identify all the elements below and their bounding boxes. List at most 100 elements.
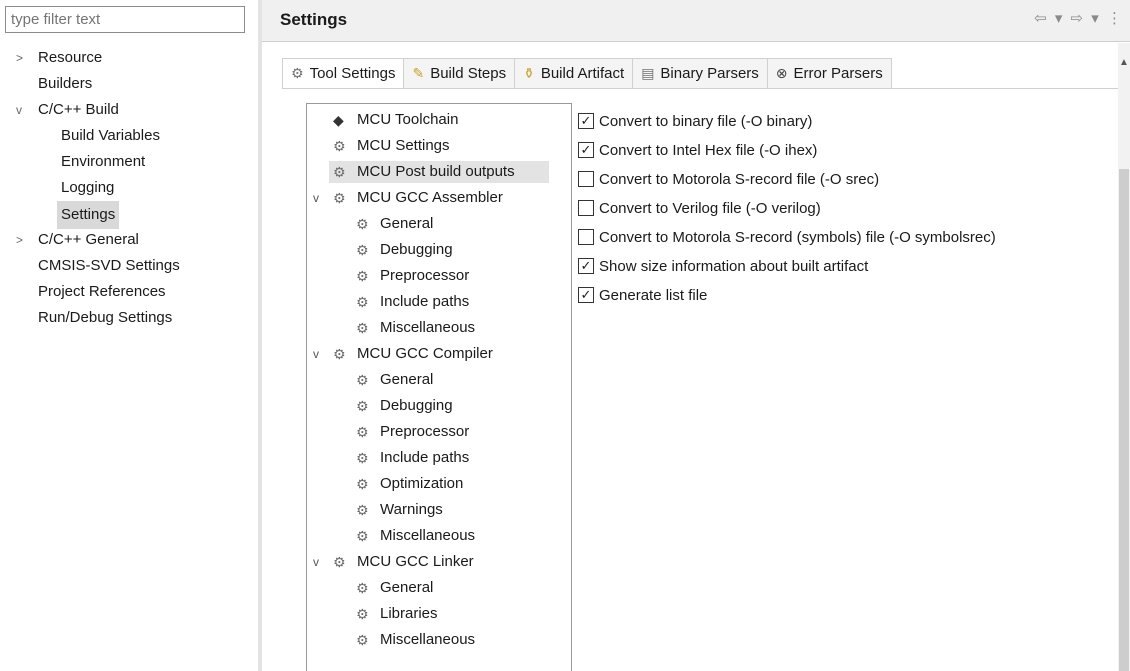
nav-item-label: Run/Debug Settings xyxy=(38,309,173,326)
error-icon: ⊗ xyxy=(775,65,788,81)
settings-icon: ⚙ xyxy=(356,268,369,284)
tab-build-artifact[interactable]: ⚱ Build Artifact xyxy=(514,58,634,88)
nav-item-label: Builders xyxy=(38,75,93,92)
tree-item-assembler-preprocessor[interactable]: ⚙ Preprocessor xyxy=(307,263,571,289)
checkbox[interactable] xyxy=(578,229,594,245)
settings-icon: ⚙ xyxy=(333,164,346,180)
settings-icon: ⚙ xyxy=(356,294,369,310)
option-label: Generate list file xyxy=(599,287,708,304)
tree-item-compiler-warnings[interactable]: ⚙ Warnings xyxy=(307,497,571,523)
nav-item-resource[interactable]: > Resource xyxy=(0,45,258,71)
tool-icon: ⚙ xyxy=(333,346,346,362)
chevron-down-icon[interactable]: v xyxy=(313,549,319,575)
checkbox[interactable] xyxy=(578,171,594,187)
tab-error-parsers[interactable]: ⊗ Error Parsers xyxy=(766,58,892,88)
tree-item-compiler-preprocessor[interactable]: ⚙ Preprocessor xyxy=(307,419,571,445)
nav-item-cpp-build[interactable]: v C/C++ Build xyxy=(0,97,258,123)
chevron-right-icon[interactable]: > xyxy=(16,45,23,71)
settings-icon: ⚙ xyxy=(356,424,369,440)
tree-item-label: MCU GCC Assembler xyxy=(357,189,503,206)
tree-item-mcu-gcc-compiler[interactable]: v ⚙ MCU GCC Compiler xyxy=(307,341,571,367)
tree-item-label: General xyxy=(380,371,434,388)
tree-item-assembler-general[interactable]: ⚙ General xyxy=(307,211,571,237)
nav-item-label: CMSIS-SVD Settings xyxy=(38,257,180,274)
nav-item-build-variables[interactable]: Build Variables xyxy=(0,123,258,149)
chevron-down-icon[interactable]: v xyxy=(313,341,319,367)
tree-item-mcu-gcc-assembler[interactable]: v ⚙ MCU GCC Assembler xyxy=(307,185,571,211)
checkbox[interactable] xyxy=(578,200,594,216)
tree-item-label: Preprocessor xyxy=(380,267,470,284)
tree-item-label: Warnings xyxy=(380,501,443,518)
steps-icon: ✎ xyxy=(412,65,425,81)
nav-item-cmsis-svd[interactable]: CMSIS-SVD Settings xyxy=(0,253,258,279)
tree-item-compiler-debugging[interactable]: ⚙ Debugging xyxy=(307,393,571,419)
settings-icon: ⚙ xyxy=(356,398,369,414)
tab-label: Tool Settings xyxy=(309,65,396,82)
tab-build-steps[interactable]: ✎ Build Steps xyxy=(403,58,516,88)
tree-item-mcu-gcc-linker[interactable]: v ⚙ MCU GCC Linker xyxy=(307,549,571,575)
nav-item-label: Resource xyxy=(38,49,103,66)
nav-item-label: Project References xyxy=(38,283,166,300)
filter-input[interactable] xyxy=(5,6,245,33)
vertical-scrollbar[interactable]: ▲ xyxy=(1118,43,1130,671)
settings-icon: ⚙ xyxy=(333,138,346,154)
tree-item-linker-miscellaneous[interactable]: ⚙ Miscellaneous xyxy=(307,627,571,653)
checkbox[interactable]: ✓ xyxy=(578,287,594,303)
tree-item-compiler-miscellaneous[interactable]: ⚙ Miscellaneous xyxy=(307,523,571,549)
tree-item-compiler-include-paths[interactable]: ⚙ Include paths xyxy=(307,445,571,471)
checkbox[interactable]: ✓ xyxy=(578,113,594,129)
tab-label: Build Steps xyxy=(430,65,507,82)
tree-item-assembler-include-paths[interactable]: ⚙ Include paths xyxy=(307,289,571,315)
tree-item-mcu-post-build-outputs[interactable]: ⚙ MCU Post build outputs xyxy=(307,159,571,185)
tab-label: Error Parsers xyxy=(793,65,883,82)
tree-item-linker-general[interactable]: ⚙ General xyxy=(307,575,571,601)
settings-icon: ⚙ xyxy=(356,632,369,648)
chevron-down-icon[interactable]: v xyxy=(16,97,22,123)
tab-tool-settings[interactable]: ⚙ Tool Settings xyxy=(282,58,405,89)
nav-item-run-debug[interactable]: Run/Debug Settings xyxy=(0,305,258,331)
tree-item-label: MCU GCC Linker xyxy=(357,553,474,570)
chevron-down-icon[interactable]: v xyxy=(313,185,319,211)
chevron-right-icon[interactable]: > xyxy=(16,227,23,253)
nav-item-label: Settings xyxy=(57,201,120,229)
nav-item-label: Build Variables xyxy=(61,127,160,144)
tree-item-compiler-optimization[interactable]: ⚙ Optimization xyxy=(307,471,571,497)
settings-icon: ⚙ xyxy=(356,320,369,336)
tree-item-label: Miscellaneous xyxy=(380,631,476,648)
scrollbar-thumb[interactable] xyxy=(1119,169,1129,671)
settings-icon: ⚙ xyxy=(356,372,369,388)
settings-icon: ⚙ xyxy=(356,216,369,232)
tab-divider xyxy=(282,88,1120,89)
nav-item-project-references[interactable]: Project References xyxy=(0,279,258,305)
option-label: Show size information about built artifa… xyxy=(599,258,869,275)
nav-item-environment[interactable]: Environment xyxy=(0,149,258,175)
tree-item-label: Include paths xyxy=(380,449,470,466)
nav-item-label: Logging xyxy=(61,179,115,196)
property-nav-panel: > Resource Builders v C/C++ Build Build … xyxy=(0,0,258,671)
tree-item-mcu-toolchain[interactable]: ◆ MCU Toolchain xyxy=(307,107,571,133)
tab-label: Binary Parsers xyxy=(660,65,759,82)
history-nav-buttons[interactable]: ⇦ ▾ ⇨ ▾ ⋮ xyxy=(1034,9,1124,27)
nav-item-cpp-general[interactable]: > C/C++ General xyxy=(0,227,258,253)
settings-icon: ⚙ xyxy=(356,476,369,492)
tree-item-assembler-debugging[interactable]: ⚙ Debugging xyxy=(307,237,571,263)
checkbox[interactable]: ✓ xyxy=(578,258,594,274)
tree-item-assembler-miscellaneous[interactable]: ⚙ Miscellaneous xyxy=(307,315,571,341)
tab-binary-parsers[interactable]: ▤ Binary Parsers xyxy=(632,58,768,88)
tool-settings-tree: ◆ MCU Toolchain ⚙ MCU Settings ⚙ MCU Pos… xyxy=(306,103,572,671)
tree-item-label: General xyxy=(380,579,434,596)
tree-item-label: Miscellaneous xyxy=(380,527,476,544)
tree-item-mcu-settings[interactable]: ⚙ MCU Settings xyxy=(307,133,571,159)
tree-item-label: Miscellaneous xyxy=(380,319,476,336)
tree-item-linker-libraries[interactable]: ⚙ Libraries xyxy=(307,601,571,627)
nav-item-logging[interactable]: Logging xyxy=(0,175,258,201)
tree-item-compiler-general[interactable]: ⚙ General xyxy=(307,367,571,393)
nav-item-builders[interactable]: Builders xyxy=(0,71,258,97)
nav-item-settings[interactable]: Settings xyxy=(0,201,258,229)
settings-icon: ⚙ xyxy=(356,528,369,544)
scroll-up-icon[interactable]: ▲ xyxy=(1119,57,1129,68)
tree-item-label: MCU Post build outputs xyxy=(357,163,515,180)
option-label: Convert to Intel Hex file (-O ihex) xyxy=(599,142,818,159)
checkbox[interactable]: ✓ xyxy=(578,142,594,158)
tab-label: Build Artifact xyxy=(540,65,625,82)
